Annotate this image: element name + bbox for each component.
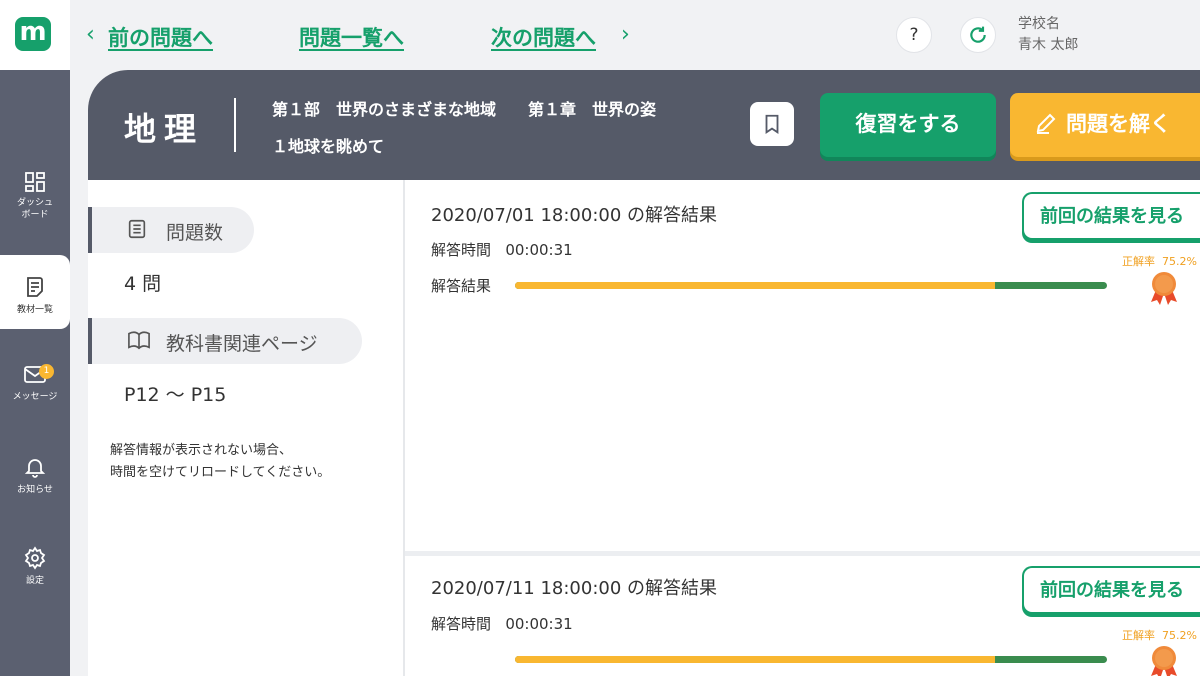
bell-icon bbox=[24, 459, 46, 478]
sidebar-item-label: お知らせ bbox=[17, 485, 53, 495]
pencil-icon bbox=[1036, 113, 1056, 134]
review-button[interactable]: 復習をする bbox=[820, 93, 996, 157]
accuracy-rate: 正解率 75.2% bbox=[1122, 255, 1197, 268]
solve-button[interactable]: 問題を解く bbox=[1010, 93, 1200, 157]
header-divider bbox=[234, 98, 236, 152]
gear-icon bbox=[24, 546, 46, 570]
chapter-title: 第１部 世界のさまざまな地域 第１章 世界の姿 bbox=[272, 100, 657, 119]
question-count-label: 問題数 bbox=[166, 222, 224, 244]
answer-time: 解答時間 00:00:31 bbox=[431, 241, 573, 259]
book-icon bbox=[128, 331, 150, 350]
result-progress-fill bbox=[515, 656, 995, 663]
textbook-pages-value: P12 ～ P15 bbox=[124, 384, 227, 406]
result-progress-bar bbox=[515, 656, 1107, 663]
help-button[interactable]: ? bbox=[896, 17, 932, 53]
result-separator bbox=[405, 551, 1200, 556]
subject-header: 地理 第１部 世界のさまざまな地域 第１章 世界の姿 １地球を眺めて 復習をする… bbox=[88, 70, 1200, 180]
user-name: 青木 太郎 bbox=[1018, 37, 1079, 53]
result-label: 解答結果 bbox=[431, 277, 492, 295]
view-previous-result-button[interactable]: 前回の結果を見る bbox=[1022, 192, 1200, 240]
sidebar-item-label: メッセージ bbox=[12, 392, 58, 402]
subject-title: 地理 bbox=[124, 110, 205, 148]
app-logo[interactable]: m bbox=[15, 17, 51, 51]
sidebar-item-label: ダッシュ ボード bbox=[16, 198, 53, 220]
chevron-right-icon: › bbox=[621, 22, 630, 47]
reload-icon bbox=[970, 26, 986, 43]
textbook-pages-label: 教科書関連ページ bbox=[166, 333, 318, 355]
sidebar-item-messages[interactable]: 1 メッセージ bbox=[0, 362, 70, 436]
sidebar-item-settings[interactable]: 設定 bbox=[0, 546, 70, 620]
reload-note: 解答情報が表示されない場合、 時間を空けてリロードしてください。 bbox=[110, 443, 331, 480]
medal-icon bbox=[1151, 646, 1177, 676]
sidebar-item-label: 教材一覧 bbox=[16, 305, 53, 315]
sidebar-item-notices[interactable]: お知らせ bbox=[0, 455, 70, 529]
result-progress-bar bbox=[515, 282, 1107, 289]
textbook-pages-pill: 教科書関連ページ bbox=[88, 318, 362, 364]
next-question-link[interactable]: 次の問題へ bbox=[491, 22, 596, 52]
question-list-link[interactable]: 問題一覧へ bbox=[299, 22, 404, 52]
section-title: １地球を眺めて bbox=[272, 137, 385, 156]
result-title: 2020/07/11 18:00:00 の解答結果 bbox=[431, 578, 718, 599]
logo-area: m bbox=[0, 0, 70, 70]
question-count-value: 4 問 bbox=[124, 273, 162, 295]
results-panel: 2020/07/01 18:00:00 の解答結果 解答時間 00:00:31 … bbox=[405, 180, 1200, 676]
help-icon: ? bbox=[909, 25, 919, 45]
view-previous-result-button[interactable]: 前回の結果を見る bbox=[1022, 566, 1200, 614]
prev-question-link[interactable]: 前の問題へ bbox=[108, 22, 213, 52]
bookmark-icon bbox=[765, 114, 779, 134]
chevron-left-icon: ‹ bbox=[86, 22, 95, 47]
school-name: 学校名 bbox=[1018, 16, 1060, 32]
sidebar-item-label: 設定 bbox=[25, 576, 44, 586]
dashboard-icon bbox=[25, 172, 45, 192]
info-panel: 問題数 4 問 教科書関連ページ P12 ～ P15 解答情報が表示されない場合… bbox=[88, 180, 404, 676]
answer-time: 解答時間 00:00:31 bbox=[431, 615, 573, 633]
question-count-pill: 問題数 bbox=[88, 207, 254, 253]
result-progress-fill bbox=[515, 282, 995, 289]
user-info: 学校名 青木 太郎 bbox=[1018, 14, 1078, 56]
accuracy-rate: 正解率 75.2% bbox=[1122, 629, 1197, 642]
bookmark-button[interactable] bbox=[750, 102, 794, 146]
solve-button-label: 問題を解く bbox=[1066, 113, 1171, 136]
result-title: 2020/07/01 18:00:00 の解答結果 bbox=[431, 205, 718, 226]
textbook-icon bbox=[27, 277, 43, 297]
list-icon bbox=[128, 219, 146, 239]
sidebar-item-textbooks[interactable]: 教材一覧 bbox=[0, 255, 70, 329]
sidebar-item-dashboard[interactable]: ダッシュ ボード bbox=[0, 170, 70, 244]
sidebar: m ダッシュ ボード 教材一覧 1 メッセージ お知らせ 設定 bbox=[0, 0, 70, 676]
reload-button[interactable] bbox=[960, 17, 996, 53]
message-badge: 1 bbox=[39, 364, 54, 379]
medal-icon bbox=[1151, 272, 1177, 305]
